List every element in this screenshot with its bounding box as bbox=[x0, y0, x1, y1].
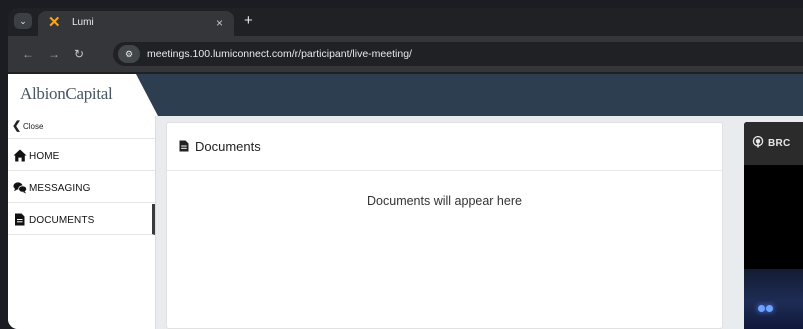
reload-icon[interactable]: ↻ bbox=[74, 47, 84, 61]
tab-strip: ⌄ ✕ Lumi × + bbox=[8, 8, 803, 36]
loading-indicator bbox=[758, 299, 774, 317]
app-header: AlbionCapital bbox=[8, 74, 803, 116]
sidebar-item-messaging[interactable]: MESSAGING bbox=[8, 172, 155, 203]
browser-tab-lumi[interactable]: ✕ Lumi × bbox=[38, 11, 234, 36]
documents-panel-header: Documents bbox=[167, 123, 722, 171]
document-icon bbox=[179, 140, 189, 152]
sidebar: ❮ Close HOME MESSAGING DOCUMENTS bbox=[8, 116, 156, 329]
tab-title: Lumi bbox=[72, 17, 94, 28]
broadcast-header[interactable]: BRC bbox=[744, 122, 803, 165]
sidebar-close-label: Close bbox=[23, 122, 44, 131]
company-logo: AlbionCapital bbox=[20, 84, 113, 103]
video-preview bbox=[744, 269, 803, 329]
lumi-x-icon: ✕ bbox=[48, 14, 61, 31]
sidebar-item-home[interactable]: HOME bbox=[8, 140, 155, 171]
empty-state-message: Documents will appear here bbox=[367, 194, 522, 208]
sidebar-item-label: DOCUMENTS bbox=[29, 215, 95, 226]
site-settings-icon[interactable]: ⚙ bbox=[118, 45, 140, 63]
address-bar[interactable]: ⚙ meetings.100.lumiconnect.com/r/partici… bbox=[113, 42, 803, 66]
home-icon bbox=[13, 149, 27, 162]
browser-toolbar: ← → ↻ ⚙ meetings.100.lumiconnect.com/r/p… bbox=[8, 36, 803, 72]
sidebar-item-documents[interactable]: DOCUMENTS bbox=[8, 204, 155, 235]
chevron-down-icon: ⌄ bbox=[19, 16, 27, 26]
broadcast-label: BRC bbox=[768, 138, 791, 149]
tab-search-menu-button[interactable]: ⌄ bbox=[14, 13, 32, 29]
url-text[interactable]: meetings.100.lumiconnect.com/r/participa… bbox=[147, 48, 412, 60]
back-arrow-icon[interactable]: ← bbox=[22, 47, 34, 61]
broadcast-video[interactable] bbox=[744, 165, 803, 329]
page-title: Documents bbox=[195, 139, 261, 154]
logo-area: AlbionCapital bbox=[8, 74, 158, 116]
document-icon bbox=[15, 213, 25, 226]
broadcast-icon bbox=[752, 136, 764, 148]
forward-arrow-icon[interactable]: → bbox=[48, 47, 60, 61]
messaging-icon bbox=[13, 182, 27, 194]
sidebar-item-label: MESSAGING bbox=[29, 183, 91, 194]
broadcast-panel: BRC bbox=[744, 122, 803, 329]
app-body: ❮ Close HOME MESSAGING DOCUMENTS Documen… bbox=[8, 116, 803, 329]
sidebar-close-button[interactable]: ❮ Close bbox=[8, 116, 155, 139]
browser-window: ⌄ ✕ Lumi × + ← → ↻ ⚙ meetings.100.lumico… bbox=[8, 8, 803, 329]
close-icon[interactable]: × bbox=[216, 15, 223, 31]
sidebar-item-label: HOME bbox=[29, 151, 60, 162]
documents-panel: Documents Documents will appear here bbox=[166, 122, 723, 329]
new-tab-button[interactable]: + bbox=[244, 12, 253, 30]
chevron-left-icon: ❮ bbox=[12, 120, 22, 132]
